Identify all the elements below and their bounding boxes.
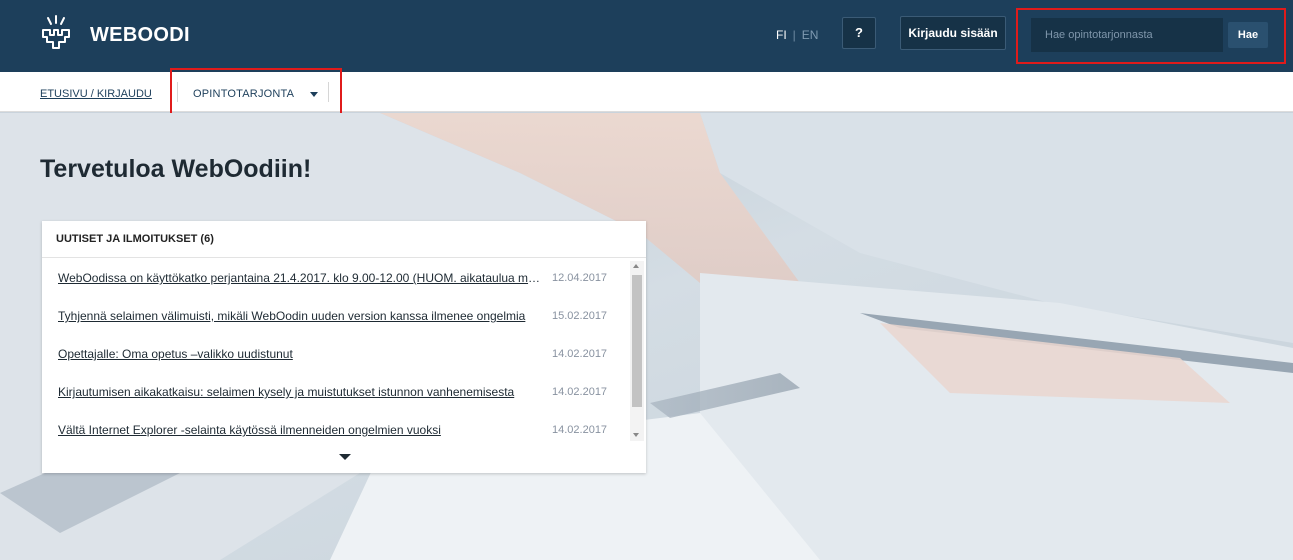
news-scrollbar-thumb[interactable] [632, 275, 642, 407]
lang-en-link[interactable]: EN [802, 28, 819, 42]
university-logo-icon[interactable] [38, 14, 74, 54]
scroll-down-arrow-icon[interactable] [633, 433, 639, 437]
news-item-link[interactable]: Tyhjennä selaimen välimuisti, mikäli Web… [58, 309, 542, 323]
news-item-date: 15.02.2017 [552, 310, 608, 322]
news-item: Vältä Internet Explorer -selainta käytös… [42, 411, 630, 449]
news-item-date: 14.02.2017 [552, 386, 608, 398]
expand-news-chevron-icon[interactable] [339, 454, 351, 460]
search-input[interactable] [1031, 18, 1223, 52]
lang-fi-link[interactable]: FI [776, 28, 787, 42]
news-item-link[interactable]: WebOodissa on käyttökatko perjantaina 21… [58, 271, 542, 285]
scroll-up-arrow-icon[interactable] [633, 264, 639, 268]
search-button[interactable]: Hae [1228, 22, 1268, 48]
news-item-link[interactable]: Opettajalle: Oma opetus –valikko uudistu… [58, 347, 542, 361]
news-item: Opettajalle: Oma opetus –valikko uudistu… [42, 335, 630, 373]
news-item-date: 12.04.2017 [552, 272, 608, 284]
news-item: Kirjautumisen aikakatkaisu: selaimen kys… [42, 373, 630, 411]
page-title: Tervetuloa WebOodiin! [40, 155, 312, 183]
news-item-link[interactable]: Kirjautumisen aikakatkaisu: selaimen kys… [58, 385, 542, 399]
news-item-date: 14.02.2017 [552, 348, 608, 360]
news-panel: UUTISET JA ILMOITUKSET (6) WebOodissa on… [42, 221, 646, 473]
brand-name[interactable]: WEBOODI [90, 24, 190, 47]
breadcrumb-link[interactable]: ETUSIVU / KIRJAUDU [40, 88, 152, 100]
news-item: Tyhjennä selaimen välimuisti, mikäli Web… [42, 297, 630, 335]
news-item: WebOodissa on käyttökatko perjantaina 21… [42, 259, 630, 297]
news-item-date: 14.02.2017 [552, 424, 608, 436]
lang-separator: | [792, 28, 796, 42]
login-button[interactable]: Kirjaudu sisään [900, 16, 1006, 50]
help-button[interactable]: ? [842, 17, 876, 49]
news-heading: UUTISET JA ILMOITUKSET (6) [42, 221, 646, 258]
language-switcher: FI | EN [776, 28, 818, 42]
news-item-link[interactable]: Vältä Internet Explorer -selainta käytös… [58, 423, 542, 437]
